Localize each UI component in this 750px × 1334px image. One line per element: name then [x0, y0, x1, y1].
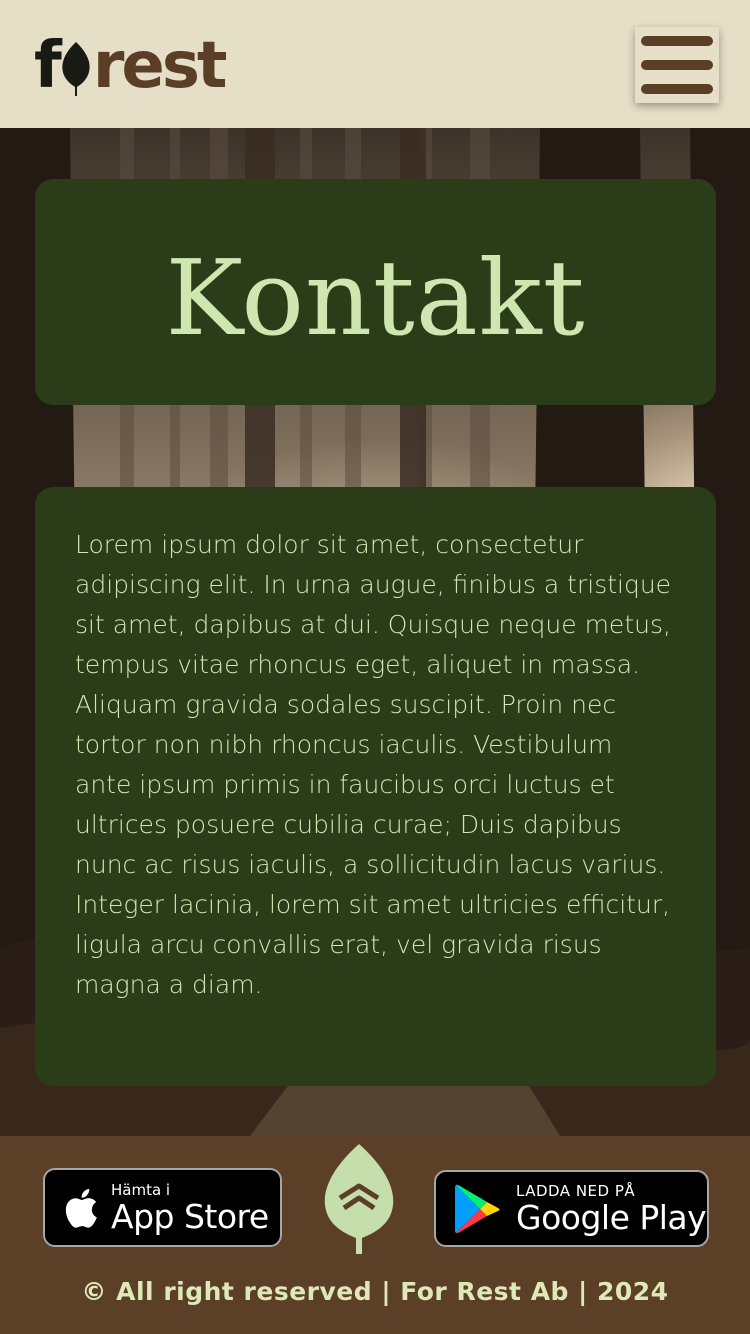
app-store-big-text: App Store: [111, 1196, 269, 1236]
app-store-button[interactable]: Hämta i App Store: [43, 1168, 282, 1247]
app-store-small-text: Hämta i: [111, 1180, 171, 1199]
content-card: Lorem ipsum dolor sit amet, consectetur …: [35, 487, 716, 1086]
google-play-small-text: LADDA NED PÅ: [516, 1181, 636, 1200]
body-text: Lorem ipsum dolor sit amet, consectetur …: [75, 530, 672, 999]
leaf-icon: [324, 1144, 394, 1254]
footer: Hämta i App Store LADDA NED PÅ Google Pl…: [0, 1136, 750, 1334]
logo[interactable]: f rest: [34, 28, 228, 103]
google-play-button[interactable]: LADDA NED PÅ Google Play: [434, 1170, 709, 1247]
hamburger-line: [641, 36, 713, 46]
page-title: Kontakt: [165, 237, 586, 359]
logo-text-rest: rest: [92, 29, 228, 103]
hamburger-menu-icon[interactable]: [635, 27, 719, 103]
logo-leaf-icon: [62, 42, 90, 96]
apple-icon: [65, 1188, 97, 1228]
hamburger-line: [641, 84, 713, 94]
header: f rest: [0, 0, 750, 128]
hamburger-line: [641, 60, 713, 70]
google-play-big-text: Google Play: [516, 1197, 707, 1237]
copyright-text: © All right reserved | For Rest Ab | 202…: [81, 1277, 669, 1306]
page-title-card: Kontakt: [35, 179, 716, 405]
logo-letter-f: f: [34, 29, 62, 103]
google-play-icon: [455, 1184, 500, 1233]
